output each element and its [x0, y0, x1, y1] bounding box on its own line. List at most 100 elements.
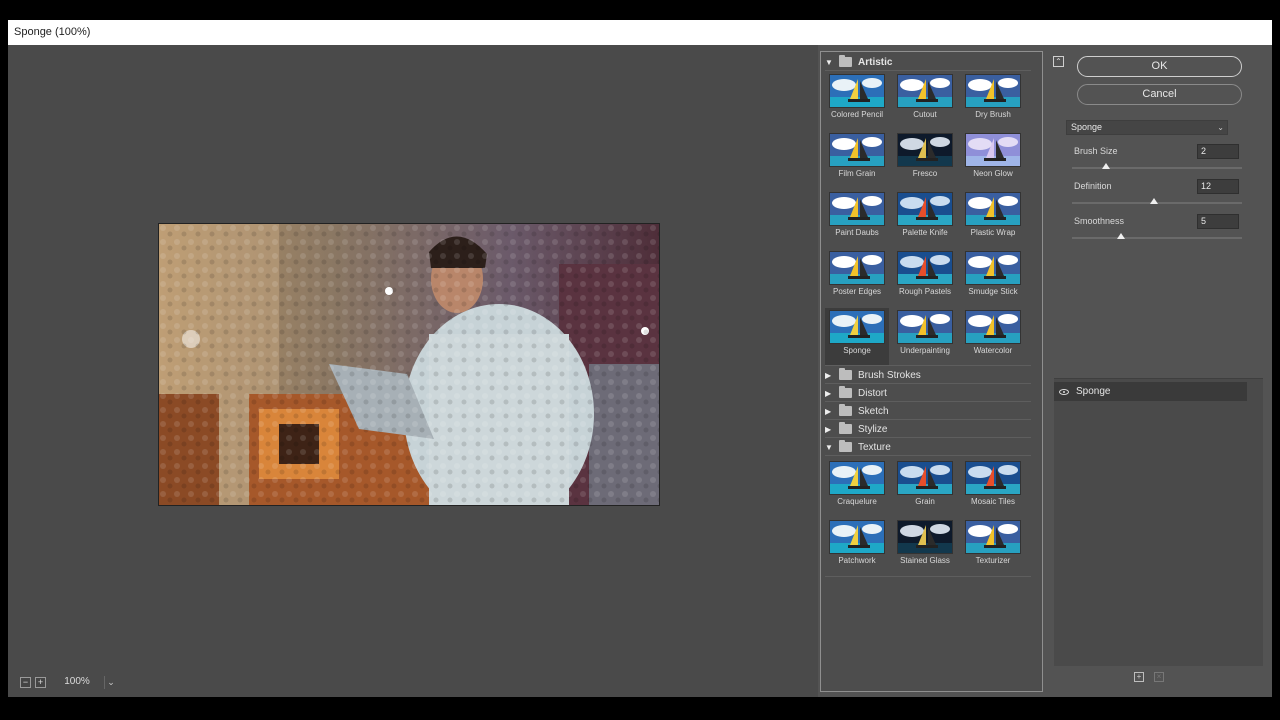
- filter-thumb-cutout[interactable]: Cutout: [893, 72, 957, 130]
- preview-area[interactable]: [8, 45, 818, 697]
- filter-thumb-poster-edges[interactable]: Poster Edges: [825, 249, 889, 307]
- settings-panel: ⌃ OK Cancel Sponge ⌄ Brush Size 2 Defini…: [1048, 45, 1272, 697]
- filter-thumb-mosaic-tiles[interactable]: Mosaic Tiles: [961, 459, 1025, 517]
- smoothness-slider[interactable]: [1072, 233, 1242, 239]
- filter-thumb-neon-glow[interactable]: Neon Glow: [961, 131, 1025, 189]
- filter-thumb-image: [897, 251, 953, 285]
- chevron-down-icon[interactable]: ⌄: [104, 675, 117, 689]
- filter-thumb-image: [965, 251, 1021, 285]
- filter-thumb-image: [897, 461, 953, 495]
- category-texture[interactable]: ▼ Texture: [825, 439, 1031, 456]
- filter-thumb-paint-daubs[interactable]: Paint Daubs: [825, 190, 889, 248]
- definition-input[interactable]: 12: [1197, 179, 1239, 194]
- triangle-down-icon: ▼: [825, 442, 833, 452]
- eye-icon[interactable]: [1059, 388, 1069, 395]
- filter-gallery: ▼ Artistic Colored Pencil Cutout Dry Brush…: [820, 51, 1043, 692]
- folder-icon: [839, 386, 852, 398]
- filter-thumb-craquelure[interactable]: Craquelure: [825, 459, 889, 517]
- preview-footer: − + 100% ⌄: [8, 671, 818, 693]
- filter-thumb-label: Watercolor: [973, 346, 1013, 355]
- brush-size-slider[interactable]: [1072, 163, 1242, 169]
- filter-thumb-image: [829, 133, 885, 167]
- filter-thumb-image: [965, 461, 1021, 495]
- filter-thumb-image: [965, 133, 1021, 167]
- category-artistic[interactable]: ▼ Artistic: [825, 54, 1031, 71]
- filter-thumb-watercolor[interactable]: Watercolor: [961, 308, 1025, 366]
- smoothness-input[interactable]: 5: [1197, 214, 1239, 229]
- triangle-right-icon: ▶: [825, 424, 832, 434]
- triangle-right-icon: ▶: [825, 406, 832, 416]
- cancel-button[interactable]: Cancel: [1077, 84, 1242, 105]
- filter-thumb-label: Dry Brush: [975, 110, 1011, 119]
- filter-thumb-grain[interactable]: Grain: [893, 459, 957, 517]
- filter-thumb-image: [897, 133, 953, 167]
- category-brush-strokes[interactable]: ▶ Brush Strokes: [825, 367, 1031, 384]
- folder-icon: [839, 404, 852, 416]
- category-stylize[interactable]: ▶ Stylize: [825, 421, 1031, 438]
- filter-thumb-stained-glass[interactable]: Stained Glass: [893, 518, 957, 576]
- filter-thumb-patchwork[interactable]: Patchwork: [825, 518, 889, 576]
- filter-thumb-image: [897, 192, 953, 226]
- filter-thumb-palette-knife[interactable]: Palette Knife: [893, 190, 957, 248]
- filter-thumb-rough-pastels[interactable]: Rough Pastels: [893, 249, 957, 307]
- filter-thumb-image: [897, 310, 953, 344]
- filter-thumb-image: [897, 520, 953, 554]
- preview-photo: [159, 224, 659, 505]
- triangle-right-icon: ▶: [825, 370, 832, 380]
- filter-thumb-label: Paint Daubs: [835, 228, 879, 237]
- dialog-title: Sponge (100%): [8, 20, 1272, 45]
- slider-handle[interactable]: [1117, 233, 1126, 239]
- filter-thumb-image: [829, 74, 885, 108]
- folder-icon: [839, 368, 852, 380]
- filter-thumb-sponge[interactable]: Sponge: [825, 308, 889, 366]
- filter-thumb-colored-pencil[interactable]: Colored Pencil: [825, 72, 889, 130]
- filter-thumb-label: Fresco: [912, 169, 938, 178]
- definition-label: Definition: [1074, 181, 1112, 191]
- filter-thumb-plastic-wrap[interactable]: Plastic Wrap: [961, 190, 1025, 248]
- brush-size-input[interactable]: 2: [1197, 144, 1239, 159]
- filter-thumb-film-grain[interactable]: Film Grain: [825, 131, 889, 189]
- definition-slider[interactable]: [1072, 198, 1242, 204]
- minus-icon[interactable]: −: [20, 676, 31, 688]
- collapse-icon[interactable]: ⌃: [1053, 56, 1064, 67]
- effect-layers-panel: Sponge: [1054, 378, 1263, 666]
- filter-thumb-underpainting[interactable]: Underpainting: [893, 308, 957, 366]
- slider-handle[interactable]: [1102, 163, 1110, 169]
- category-sketch[interactable]: ▶ Sketch: [825, 403, 1031, 420]
- slider-handle[interactable]: [1149, 198, 1158, 204]
- filter-thumb-label: Cutout: [913, 110, 937, 119]
- filter-thumb-label: Colored Pencil: [830, 110, 884, 119]
- filter-thumb-label: Rough Pastels: [898, 287, 952, 296]
- filter-thumb-smudge-stick[interactable]: Smudge Stick: [961, 249, 1025, 307]
- filter-thumb-texturizer[interactable]: Texturizer: [961, 518, 1025, 576]
- triangle-right-icon: ▶: [825, 388, 832, 398]
- folder-open-icon: [839, 55, 852, 67]
- filter-thumb-image: [829, 520, 885, 554]
- filter-thumb-dry-brush[interactable]: Dry Brush: [961, 72, 1025, 130]
- filter-thumb-label: Underpainting: [900, 346, 950, 355]
- plus-icon[interactable]: +: [35, 676, 46, 688]
- category-distort[interactable]: ▶ Distort: [825, 385, 1031, 402]
- filter-thumb-image: [965, 192, 1021, 226]
- filter-thumb-fresco[interactable]: Fresco: [893, 131, 957, 189]
- triangle-down-icon: ▼: [825, 57, 833, 67]
- new-layer-icon[interactable]: +: [1134, 672, 1144, 682]
- filter-thumb-label: Palette Knife: [902, 228, 948, 237]
- divider: [825, 365, 1031, 366]
- brush-size-label: Brush Size: [1074, 146, 1118, 156]
- chevron-down-icon: ⌄: [1217, 123, 1224, 132]
- filter-thumb-label: Poster Edges: [832, 287, 882, 296]
- filter-thumb-label: Craquelure: [837, 497, 877, 506]
- zoom-level[interactable]: 100%: [54, 675, 100, 689]
- filter-thumb-label: Plastic Wrap: [970, 228, 1016, 237]
- filter-thumb-label: Grain: [915, 497, 935, 506]
- filter-thumb-label: Smudge Stick: [968, 287, 1018, 296]
- filter-select[interactable]: Sponge ⌄: [1066, 120, 1228, 135]
- filter-thumb-label: Sponge: [843, 346, 871, 355]
- ok-button[interactable]: OK: [1077, 56, 1242, 77]
- filter-thumb-label: Patchwork: [838, 556, 876, 565]
- trash-icon[interactable]: ×: [1154, 672, 1164, 682]
- layer-row[interactable]: Sponge: [1054, 382, 1247, 401]
- filter-thumb-image: [965, 74, 1021, 108]
- filter-gallery-dialog: − + 100% ⌄ ▼ Artistic Colored Pencil Cuto…: [8, 45, 1272, 697]
